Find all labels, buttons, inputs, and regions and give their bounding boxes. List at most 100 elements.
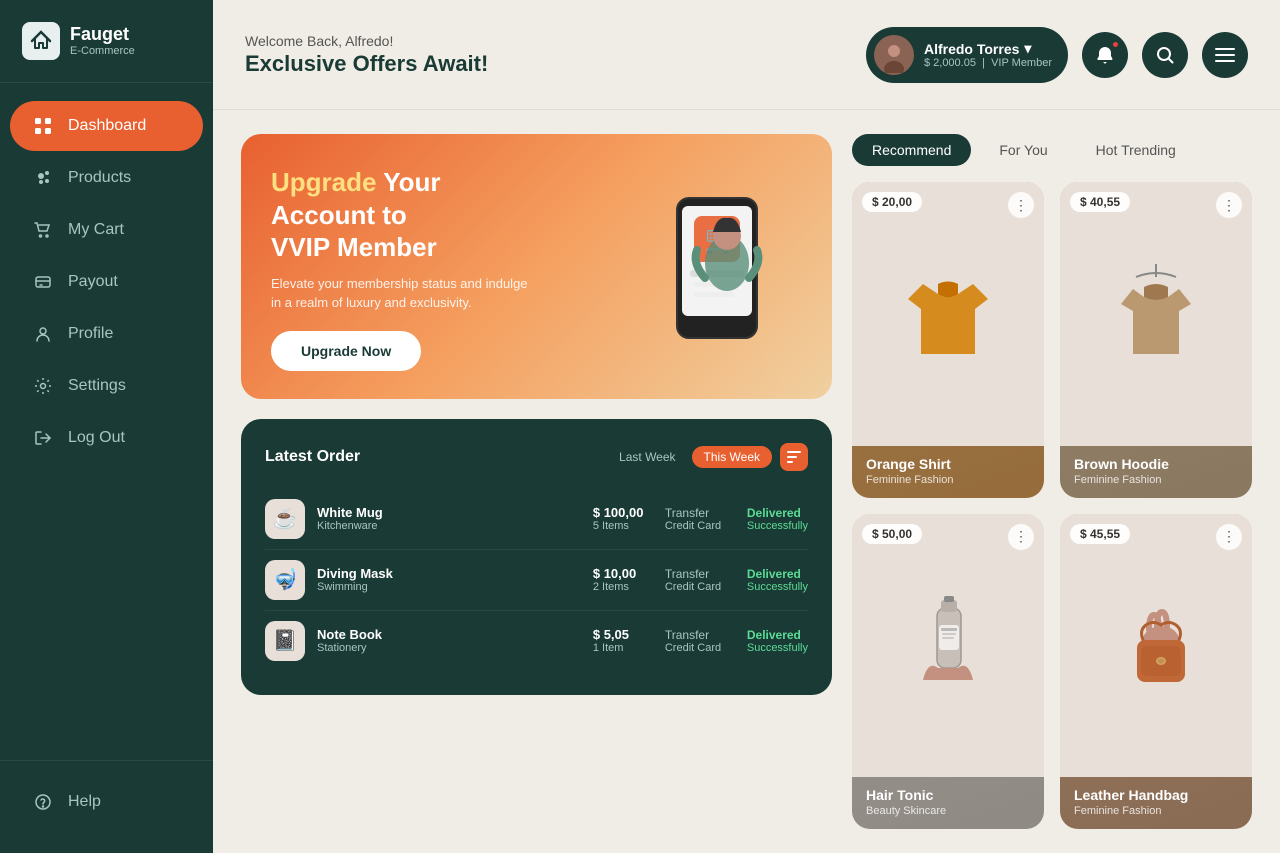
dropdown-icon: ▾ [1024, 40, 1031, 57]
tab-last-week[interactable]: Last Week [611, 446, 683, 468]
topbar-left: Welcome Back, Alfredo! Exclusive Offers … [245, 33, 488, 77]
tab-for-you[interactable]: For You [979, 134, 1067, 166]
user-meta: $ 2,000.05 | VIP Member [924, 57, 1052, 69]
list-item[interactable]: $ 20,00 ⋮ Orange Shirt Feminine Fashion [852, 182, 1044, 498]
banner-title: Upgrade YourAccount toVVIP Member [271, 166, 531, 264]
orders-tabs: Last Week This Week [611, 443, 808, 471]
help-button[interactable]: Help [10, 779, 203, 825]
cart-icon [32, 219, 54, 241]
sidebar-item-payout[interactable]: Payout [10, 257, 203, 307]
banner-highlight: Upgrade [271, 167, 376, 197]
order-category: Kitchenware [317, 520, 581, 532]
product-price: $ 50,00 [862, 524, 922, 544]
order-payment-method: Credit Card [665, 520, 735, 532]
logout-icon [32, 427, 54, 449]
product-category: Feminine Fashion [866, 474, 1030, 486]
order-name: Note Book [317, 627, 581, 642]
orders-filter-button[interactable] [780, 443, 808, 471]
profile-icon [32, 323, 54, 345]
order-category: Swimming [317, 581, 581, 593]
table-row: 🤿 Diving Mask Swimming $ 10,00 2 Items T… [265, 550, 808, 611]
search-button[interactable] [1142, 32, 1188, 78]
order-items: 1 Item [593, 642, 653, 654]
main-content: Welcome Back, Alfredo! Exclusive Offers … [213, 0, 1280, 853]
order-price: $ 10,00 [593, 566, 653, 581]
list-item[interactable]: $ 50,00 ⋮ [852, 514, 1044, 830]
welcome-text: Welcome Back, Alfredo! [245, 33, 488, 49]
product-name: Hair Tonic [866, 787, 1030, 803]
product-price: $ 20,00 [862, 192, 922, 212]
order-status: Delivered [747, 567, 808, 581]
banner-illustration: 🛒 [612, 183, 802, 353]
tab-this-week[interactable]: This Week [692, 446, 772, 468]
content-area: Upgrade YourAccount toVVIP Member Elevat… [213, 110, 1280, 853]
order-price: $ 100,00 [593, 505, 653, 520]
sidebar: Fauget E-Commerce Dashboard Products My … [0, 0, 213, 853]
logo-icon [22, 22, 60, 60]
order-name: White Mug [317, 505, 581, 520]
sidebar-item-mycart[interactable]: My Cart [10, 205, 203, 255]
product-more-button[interactable]: ⋮ [1008, 524, 1034, 550]
product-footer: Hair Tonic Beauty Skincare [852, 777, 1044, 829]
product-name: Brown Hoodie [1074, 456, 1238, 472]
product-more-button[interactable]: ⋮ [1216, 192, 1242, 218]
sidebar-item-label: My Cart [68, 221, 124, 239]
sidebar-bottom: Help [0, 760, 213, 853]
order-status: Delivered [747, 506, 808, 520]
user-name-text: Alfredo Torres [924, 41, 1019, 57]
banner-subtitle: Elevate your membership status and indul… [271, 274, 531, 313]
left-panel: Upgrade YourAccount toVVIP Member Elevat… [241, 134, 852, 829]
sidebar-item-logout[interactable]: Log Out [10, 413, 203, 463]
orders-header: Latest Order Last Week This Week [265, 443, 808, 471]
order-thumbnail: 📓 [265, 621, 305, 661]
payout-icon [32, 271, 54, 293]
sidebar-item-label: Profile [68, 325, 113, 343]
product-category: Feminine Fashion [1074, 474, 1238, 486]
topbar-right: Alfredo Torres ▾ $ 2,000.05 | VIP Member [866, 27, 1248, 83]
product-image [852, 514, 1044, 778]
upgrade-button[interactable]: Upgrade Now [271, 331, 421, 371]
offer-text: Exclusive Offers Await! [245, 51, 488, 77]
order-status-detail: Successfully [747, 642, 808, 654]
order-payment-method: Credit Card [665, 581, 735, 593]
order-payment-method: Credit Card [665, 642, 735, 654]
sidebar-item-profile[interactable]: Profile [10, 309, 203, 359]
product-footer: Brown Hoodie Feminine Fashion [1060, 446, 1252, 498]
order-items: 5 Items [593, 520, 653, 532]
sidebar-item-dashboard[interactable]: Dashboard [10, 101, 203, 151]
order-status-detail: Successfully [747, 520, 808, 532]
product-name: Leather Handbag [1074, 787, 1238, 803]
sidebar-item-settings[interactable]: Settings [10, 361, 203, 411]
product-footer: Orange Shirt Feminine Fashion [852, 446, 1044, 498]
tab-hot-trending[interactable]: Hot Trending [1076, 134, 1196, 166]
table-row: ☕ White Mug Kitchenware $ 100,00 5 Items… [265, 489, 808, 550]
product-name: Orange Shirt [866, 456, 1030, 472]
sidebar-nav: Dashboard Products My Cart Payout Profil… [0, 83, 213, 760]
sidebar-item-label: Log Out [68, 429, 125, 447]
list-item[interactable]: $ 45,55 ⋮ [1060, 514, 1252, 830]
order-payment: Transfer [665, 506, 735, 520]
user-balance: $ 2,000.05 [924, 57, 976, 69]
product-more-button[interactable]: ⋮ [1008, 192, 1034, 218]
avatar [874, 35, 914, 75]
settings-icon [32, 375, 54, 397]
order-payment: Transfer [665, 628, 735, 642]
topbar: Welcome Back, Alfredo! Exclusive Offers … [213, 0, 1280, 110]
notification-button[interactable] [1082, 32, 1128, 78]
orders-title: Latest Order [265, 448, 360, 466]
products-icon [32, 167, 54, 189]
order-info: Note Book Stationery [317, 627, 581, 654]
sidebar-item-products[interactable]: Products [10, 153, 203, 203]
user-badge[interactable]: Alfredo Torres ▾ $ 2,000.05 | VIP Member [866, 27, 1068, 83]
product-image [852, 182, 1044, 446]
notification-dot [1111, 40, 1120, 49]
tab-recommend[interactable]: Recommend [852, 134, 971, 166]
order-name: Diving Mask [317, 566, 581, 581]
help-label: Help [68, 793, 101, 811]
sidebar-item-label: Settings [68, 377, 126, 395]
list-item[interactable]: $ 40,55 ⋮ Brown Hoodie [1060, 182, 1252, 498]
menu-button[interactable] [1202, 32, 1248, 78]
orders-card: Latest Order Last Week This Week ☕ White… [241, 419, 832, 695]
product-more-button[interactable]: ⋮ [1216, 524, 1242, 550]
product-image [1060, 182, 1252, 446]
